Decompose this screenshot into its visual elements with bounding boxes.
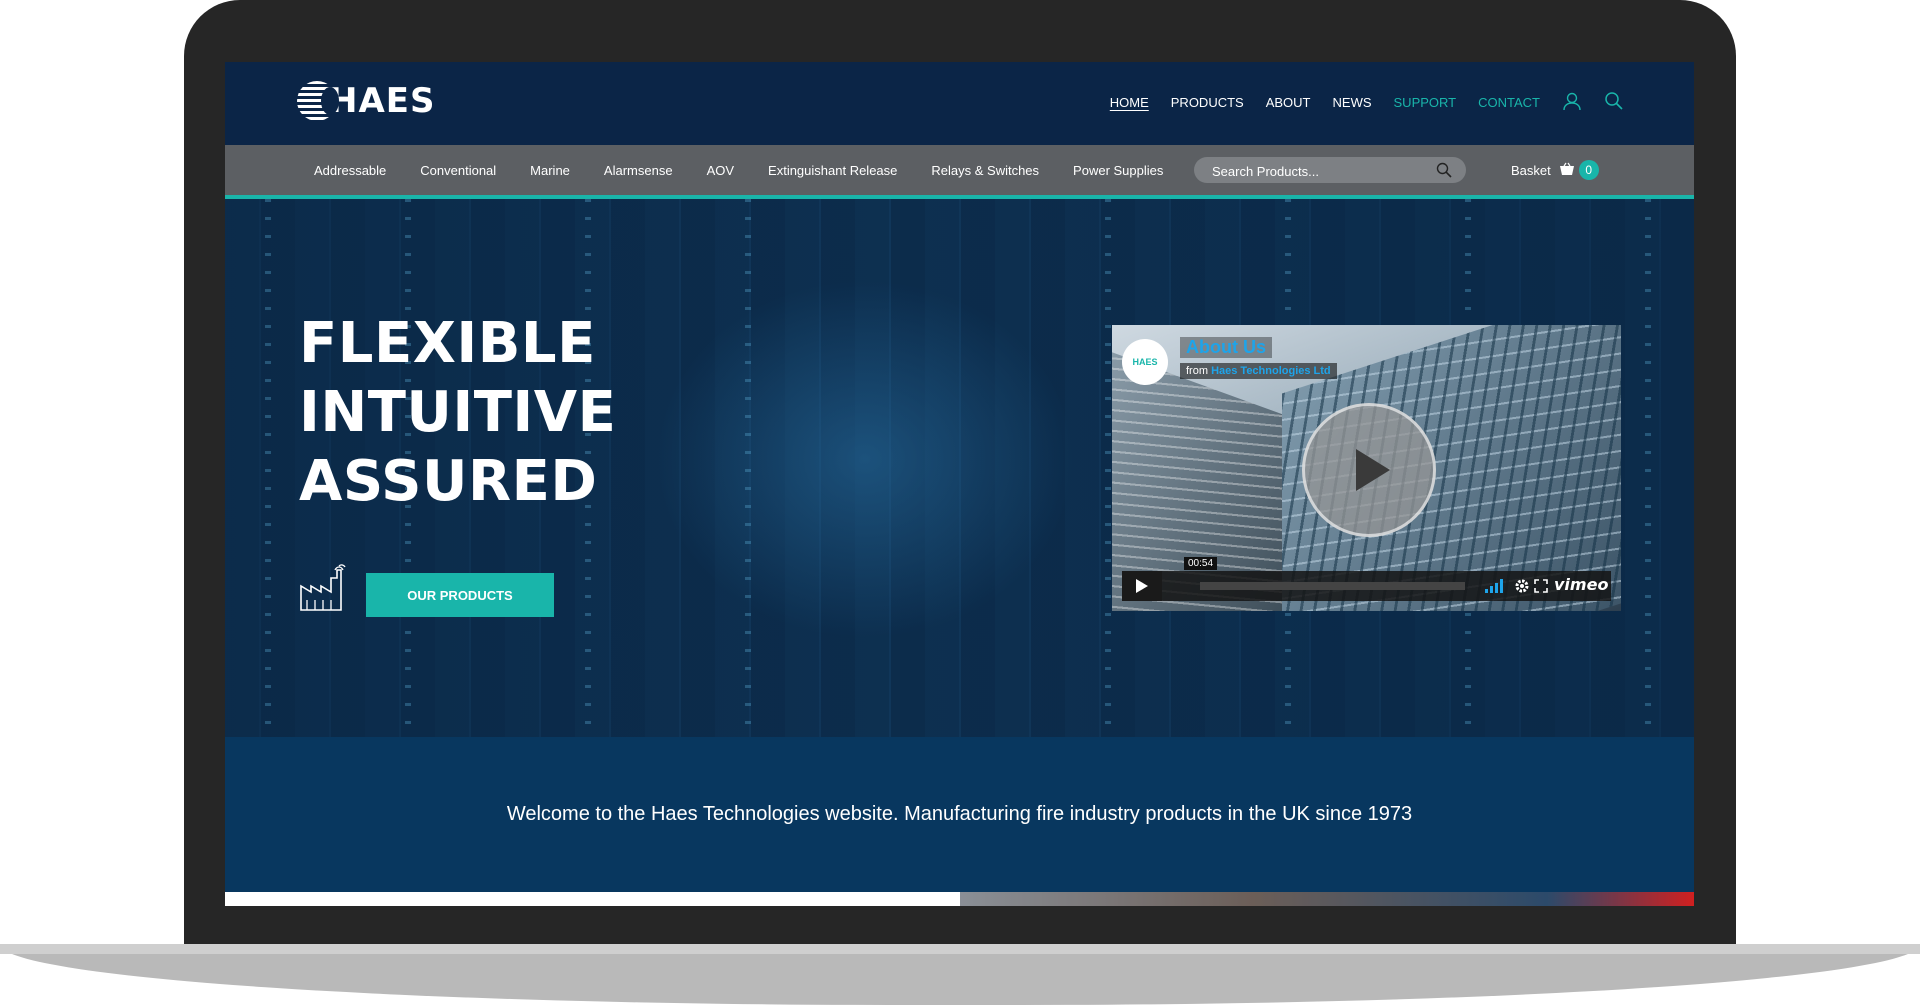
search-icon[interactable]: [1604, 91, 1624, 114]
category-aov[interactable]: AOV: [707, 163, 734, 178]
channel-avatar[interactable]: HAES: [1122, 339, 1168, 385]
vimeo-logo[interactable]: vimeo: [1554, 575, 1608, 594]
factory-icon: [297, 564, 349, 617]
hero-title-line: FLEXIBLE: [299, 311, 596, 376]
control-play-button[interactable]: [1122, 571, 1162, 601]
vimeo-video-player[interactable]: HAES About Us from Haes Technologies Ltd…: [1112, 325, 1621, 611]
rack-light: [265, 199, 271, 737]
logo-text: HAES: [329, 81, 436, 121]
main-nav: HOME PRODUCTS ABOUT NEWS SUPPORT CONTACT: [1110, 91, 1624, 114]
basket-icon: [1559, 162, 1575, 179]
volume-icon[interactable]: [1485, 579, 1505, 598]
hero-title: FLEXIBLE INTUITIVE ASSURED: [299, 309, 616, 516]
nav-support[interactable]: SUPPORT: [1394, 95, 1457, 110]
category-list: Addressable Conventional Marine Alarmsen…: [314, 145, 1163, 195]
haes-logo[interactable]: HAES: [297, 78, 435, 124]
category-conventional[interactable]: Conventional: [420, 163, 496, 178]
video-progress-bar[interactable]: [1200, 582, 1465, 590]
video-controls: 00:54 vimeo: [1122, 557, 1611, 601]
nav-contact[interactable]: CONTACT: [1478, 95, 1540, 110]
nav-products[interactable]: PRODUCTS: [1171, 95, 1244, 110]
welcome-section: Welcome to the Haes Technologies website…: [225, 737, 1694, 892]
basket-link[interactable]: Basket 0: [1511, 145, 1599, 195]
video-from-label: from: [1186, 365, 1208, 377]
video-channel-link[interactable]: Haes Technologies Ltd: [1211, 365, 1331, 377]
section-preview-image: [960, 892, 1694, 906]
rack-light: [745, 199, 751, 737]
website-screen: HAES HOME PRODUCTS ABOUT NEWS SUPPORT CO…: [225, 62, 1694, 906]
category-marine[interactable]: Marine: [530, 163, 570, 178]
nav-news[interactable]: NEWS: [1333, 95, 1372, 110]
product-search: [1194, 157, 1466, 185]
laptop-base-edge: [0, 944, 1920, 954]
user-icon[interactable]: [1562, 91, 1582, 114]
fullscreen-icon[interactable]: [1534, 579, 1548, 598]
nav-home[interactable]: HOME: [1110, 95, 1149, 110]
nav-about[interactable]: ABOUT: [1266, 95, 1311, 110]
rack-light: [1645, 199, 1651, 737]
welcome-text: Welcome to the Haes Technologies website…: [506, 803, 1413, 825]
hero-banner: FLEXIBLE INTUITIVE ASSURED OUR PRODUCTS …: [225, 199, 1694, 737]
basket-count-badge: 0: [1578, 160, 1599, 180]
video-title[interactable]: About Us: [1180, 337, 1272, 358]
search-submit-icon[interactable]: [1436, 162, 1452, 183]
next-section-preview: [225, 892, 1694, 906]
our-products-button[interactable]: OUR PRODUCTS: [366, 573, 554, 617]
hero-title-line: ASSURED: [299, 449, 598, 514]
category-relays-switches[interactable]: Relays & Switches: [931, 163, 1039, 178]
video-play-button[interactable]: [1302, 403, 1436, 537]
category-bar: Addressable Conventional Marine Alarmsen…: [225, 145, 1694, 199]
section-preview-left: [225, 892, 960, 906]
site-header: HAES HOME PRODUCTS ABOUT NEWS SUPPORT CO…: [225, 62, 1694, 145]
logo-globe-icon: [297, 81, 339, 121]
settings-gear-icon[interactable]: [1514, 578, 1530, 599]
basket-label: Basket: [1511, 162, 1551, 178]
video-timecode: 00:54: [1184, 557, 1218, 570]
rack-light: [1105, 199, 1111, 737]
play-icon: [1356, 449, 1390, 491]
category-extinguishant-release[interactable]: Extinguishant Release: [768, 163, 897, 178]
category-alarmsense[interactable]: Alarmsense: [604, 163, 673, 178]
search-input[interactable]: [1210, 157, 1434, 185]
category-power-supplies[interactable]: Power Supplies: [1073, 163, 1163, 178]
hero-glow: [655, 279, 1075, 639]
category-addressable[interactable]: Addressable: [314, 163, 386, 178]
play-icon: [1136, 579, 1148, 593]
hero-title-line: INTUITIVE: [299, 380, 617, 445]
video-byline: from Haes Technologies Ltd: [1180, 363, 1337, 379]
